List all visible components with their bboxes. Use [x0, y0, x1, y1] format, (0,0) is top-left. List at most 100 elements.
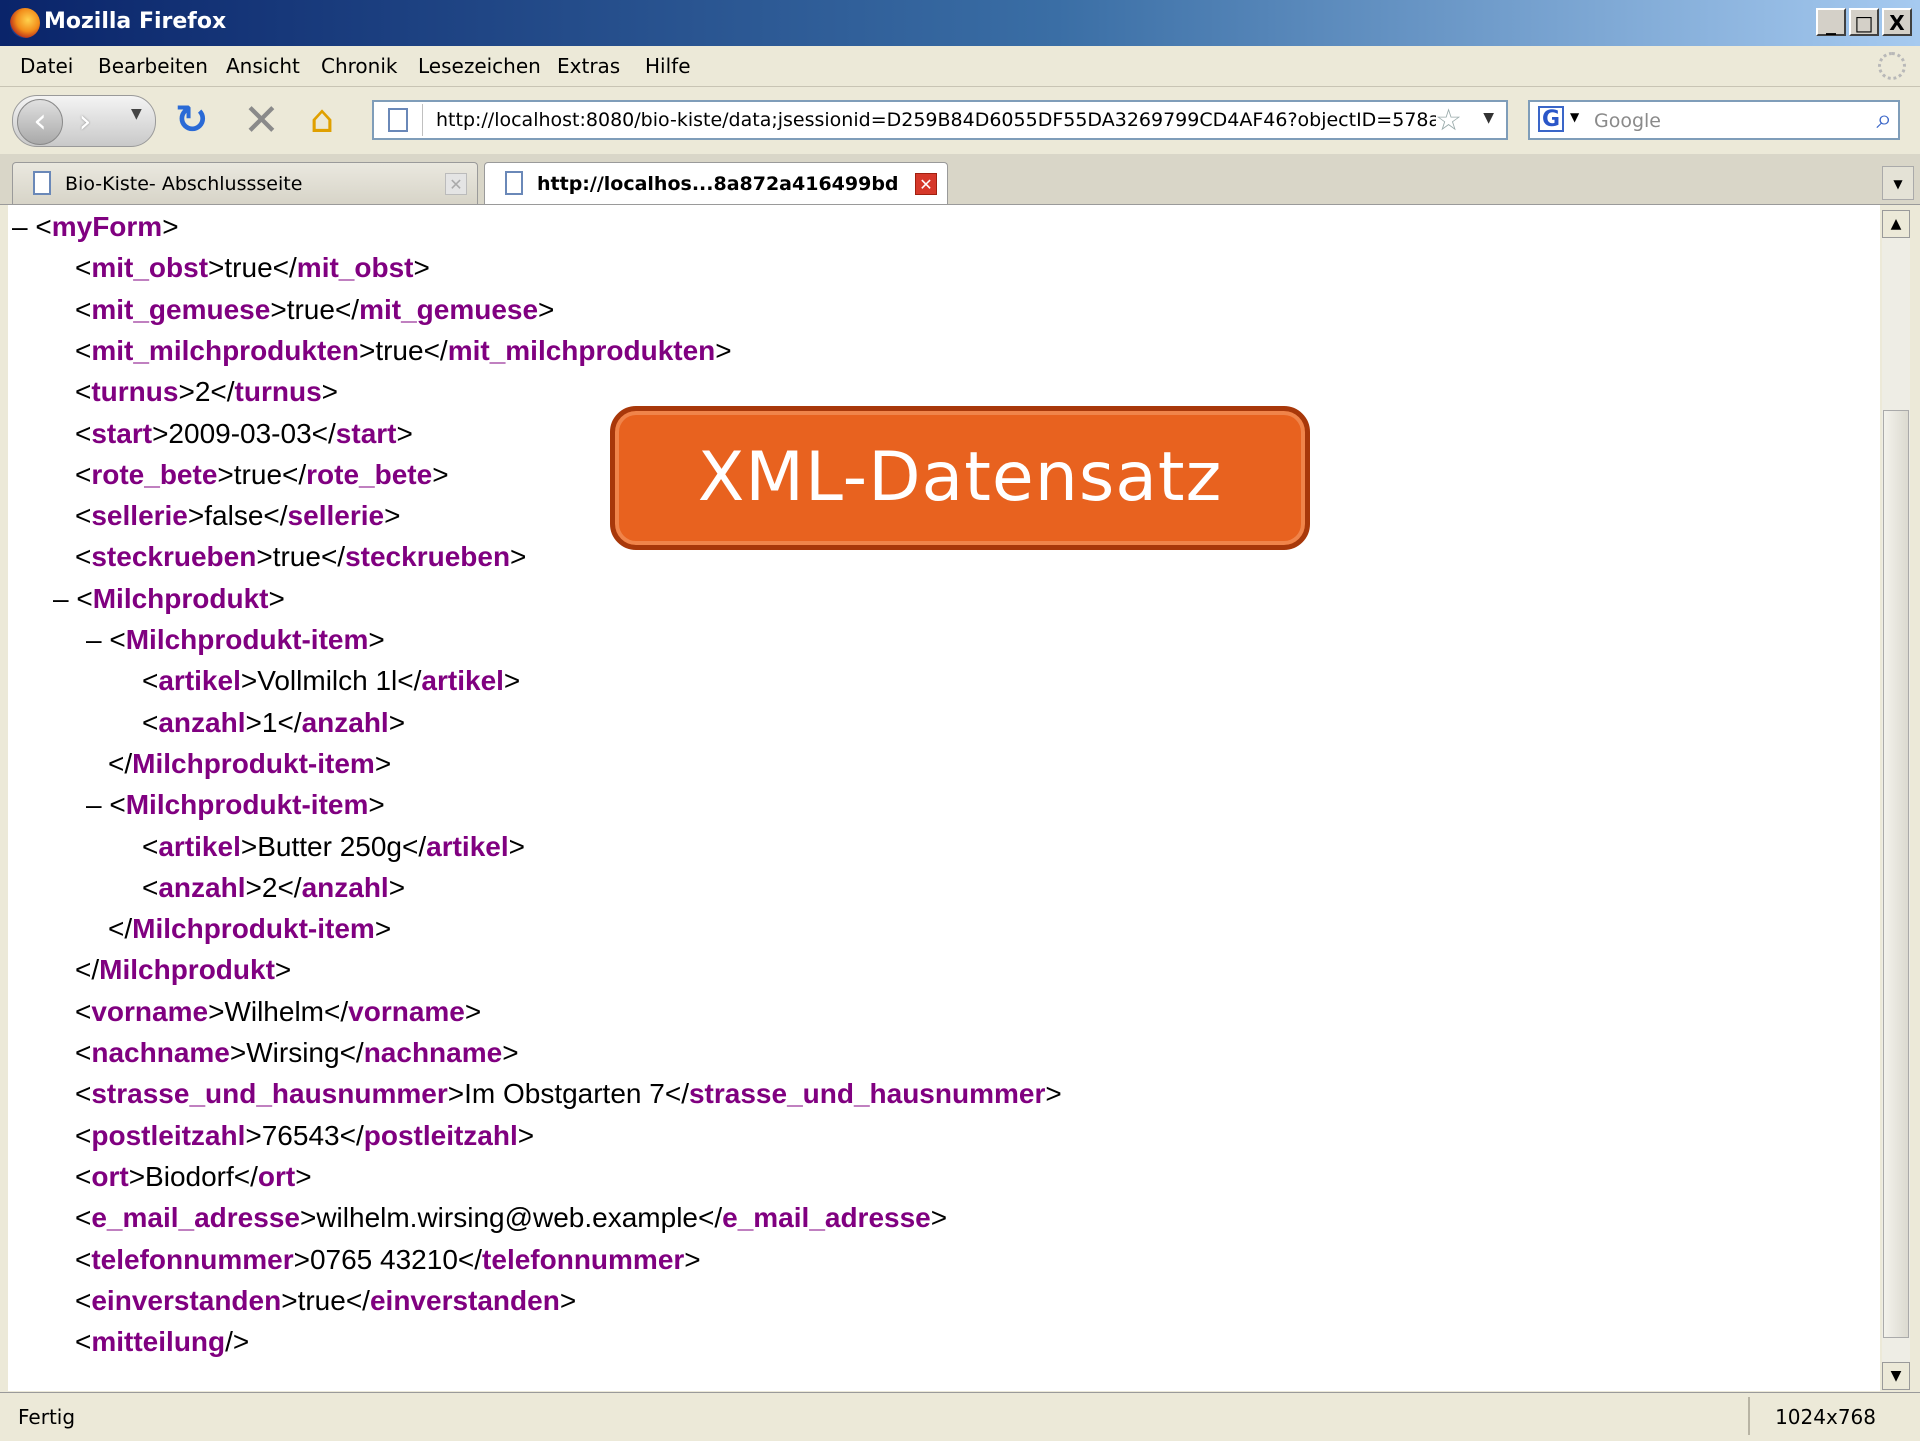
close-tab-icon[interactable]: ✕ — [915, 173, 937, 195]
stop-icon[interactable]: ✕ — [243, 95, 280, 146]
reload-icon[interactable]: ↻ — [175, 97, 209, 143]
xml-line: – <Milchprodukt> — [53, 582, 285, 614]
maximize-button[interactable]: □ — [1849, 8, 1879, 36]
xml-tag: Milchprodukt — [92, 582, 269, 614]
tab-bio-kiste[interactable]: Bio-Kiste- Abschlussseite ✕ — [12, 162, 478, 204]
scroll-up-icon[interactable]: ▲ — [1882, 210, 1910, 238]
menu-bearbeiten[interactable]: Bearbeiten — [98, 54, 208, 78]
firefox-logo-icon — [10, 8, 40, 38]
search-bar[interactable]: G ▼ Google ⌕ — [1528, 100, 1900, 140]
menu-ansicht[interactable]: Ansicht — [226, 54, 300, 78]
xml-datensatz-callout: XML-Datensatz — [610, 406, 1310, 550]
xml-value: 2009-03-03 — [168, 417, 312, 449]
xml-tag: nachname — [91, 1037, 230, 1068]
xml-line: <nachname>Wirsing</nachname> — [75, 1037, 519, 1068]
xml-line: <anzahl>1</anzahl> — [142, 706, 406, 738]
scroll-down-icon[interactable]: ▼ — [1882, 1362, 1910, 1390]
home-icon[interactable]: ⌂ — [310, 97, 334, 141]
xml-tag: anzahl — [158, 871, 246, 903]
page-icon — [388, 108, 408, 132]
xml-value: 0765 43210 — [309, 1243, 458, 1275]
xml-tag: steckrueben — [91, 541, 257, 573]
xml-line: <rote_bete>true</rote_bete> — [75, 458, 449, 490]
xml-value: true — [297, 1284, 346, 1316]
xml-tag: artikel — [158, 830, 241, 862]
xml-value: Wilhelm — [224, 995, 324, 1027]
xml-line: <turnus>2</turnus> — [75, 376, 339, 408]
collapse-toggle[interactable]: – — [12, 211, 35, 242]
callout-label: XML-Datensatz — [697, 438, 1223, 517]
xml-value: true — [233, 458, 283, 490]
search-input[interactable]: Google — [1594, 110, 1661, 132]
menu-datei[interactable]: Datei — [20, 54, 73, 78]
xml-line: <mitteilung/> — [75, 1326, 250, 1358]
url-dropdown-icon[interactable]: ▼ — [1483, 110, 1494, 126]
xml-tag: vorname — [348, 995, 465, 1027]
menu-extras[interactable]: Extras — [557, 54, 620, 78]
forward-icon[interactable]: › — [65, 102, 105, 140]
close-window-button[interactable]: X — [1882, 8, 1912, 36]
xml-tag: mitteilung — [91, 1326, 226, 1358]
xml-tag: postleitzahl — [363, 1119, 518, 1151]
history-dropdown-icon[interactable]: ▼ — [131, 106, 142, 122]
xml-line: <sellerie>false</sellerie> — [75, 500, 401, 532]
bookmark-star-icon[interactable]: ☆ — [1435, 103, 1462, 138]
xml-value: Im Obstgarten 7 — [464, 1078, 665, 1110]
xml-tag: strasse_und_hausnummer — [688, 1078, 1046, 1110]
tab-label: http://localhos...8a872a416499bd — [537, 173, 899, 195]
collapse-toggle[interactable]: – — [86, 624, 109, 655]
xml-value: 2 — [261, 871, 278, 903]
minimize-button[interactable]: _ — [1816, 8, 1846, 36]
xml-tag: ort — [257, 1160, 296, 1192]
throbber-icon — [1878, 52, 1906, 80]
navigation-toolbar: ‹ › ▼ ↻ ✕ ⌂ http://localhost:8080/bio-ki… — [0, 87, 1920, 153]
xml-line: <steckrueben>true</steckrueben> — [75, 541, 527, 573]
title-bar: Mozilla Firefox _ □ X — [0, 0, 1920, 46]
tab-bar: Bio-Kiste- Abschlussseite ✕ http://local… — [0, 154, 1920, 205]
xml-tag: telefonnummer — [482, 1243, 685, 1275]
xml-tag: rote_bete — [91, 458, 218, 490]
collapse-toggle[interactable]: – — [86, 789, 109, 820]
xml-viewer: – <myForm> <mit_obst>true</mit_obst> <mit_… — [8, 205, 1880, 1391]
url-bar[interactable]: http://localhost:8080/bio-kiste/data;jse… — [372, 100, 1508, 140]
menu-hilfe[interactable]: Hilfe — [645, 54, 691, 78]
menu-lesezeichen[interactable]: Lesezeichen — [418, 54, 541, 78]
xml-line: </Milchprodukt> — [75, 954, 292, 986]
xml-tag: artikel — [421, 665, 504, 697]
xml-tag: mit_gemuese — [91, 293, 271, 325]
xml-tag: artikel — [426, 830, 509, 862]
scroll-thumb[interactable] — [1883, 410, 1909, 1338]
page-icon — [33, 171, 51, 195]
search-icon[interactable]: ⌕ — [1876, 102, 1892, 136]
tab-localhost[interactable]: http://localhos...8a872a416499bd ✕ — [484, 162, 948, 204]
xml-value: true — [224, 252, 273, 284]
search-engine-dropdown-icon[interactable]: ▼ — [1570, 110, 1579, 124]
close-tab-icon[interactable]: ✕ — [445, 173, 467, 195]
xml-tag: Milchprodukt-item — [132, 747, 375, 779]
xml-tag: einverstanden — [91, 1284, 282, 1316]
collapse-toggle[interactable]: – — [53, 583, 76, 614]
xml-tag: start — [335, 417, 397, 449]
xml-tag: Milchprodukt-item — [132, 913, 375, 945]
url-input[interactable]: http://localhost:8080/bio-kiste/data;jse… — [436, 109, 1436, 131]
vertical-scrollbar[interactable]: ▲ ▼ — [1882, 210, 1910, 1390]
xml-value: 1 — [261, 706, 278, 738]
xml-line: <telefonnummer>0765 43210</telefonnummer… — [75, 1243, 701, 1275]
back-icon[interactable]: ‹ — [17, 99, 63, 145]
xml-line: <artikel>Vollmilch 1l</artikel> — [142, 665, 521, 697]
xml-value: true — [375, 334, 424, 366]
google-icon[interactable]: G — [1538, 106, 1564, 132]
xml-tag: sellerie — [287, 500, 385, 532]
menu-chronik[interactable]: Chronik — [321, 54, 397, 78]
xml-value: Butter 250g — [257, 830, 402, 862]
xml-tag: myForm — [51, 211, 163, 242]
xml-value: true — [286, 293, 335, 325]
tab-list-icon[interactable]: ▼ — [1882, 166, 1914, 200]
xml-line: – <Milchprodukt-item> — [86, 624, 385, 655]
status-resolution: 1024x768 — [1775, 1405, 1876, 1429]
xml-line: <anzahl>2</anzahl> — [142, 871, 406, 903]
xml-tag: e_mail_adresse — [722, 1202, 931, 1234]
xml-tag: sellerie — [91, 500, 188, 532]
xml-tag: e_mail_adresse — [91, 1202, 300, 1234]
xml-tag: ort — [91, 1160, 129, 1192]
